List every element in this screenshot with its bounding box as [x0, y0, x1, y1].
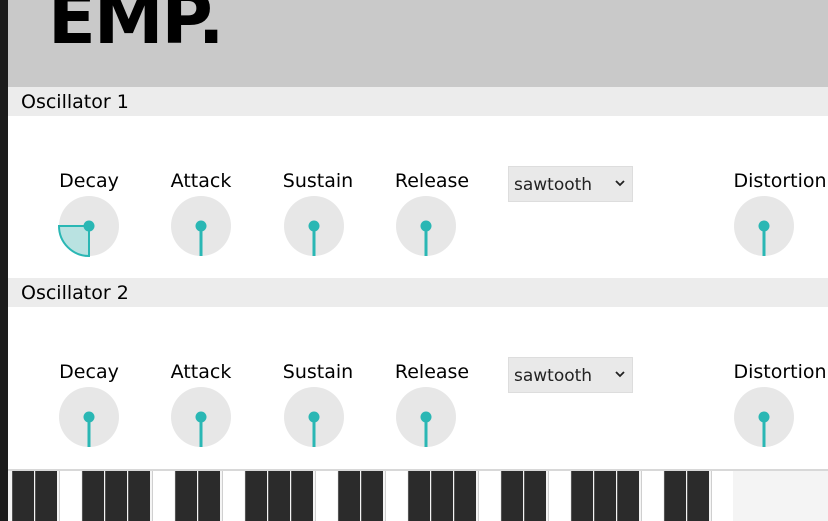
piano-black-key[interactable] — [408, 471, 430, 521]
piano-black-key[interactable] — [198, 471, 220, 521]
knob-center-dot — [308, 220, 320, 232]
knob-center-dot — [308, 411, 320, 423]
knob-center-dot — [420, 411, 432, 423]
piano-white-key[interactable] — [385, 471, 407, 521]
piano-black-key[interactable] — [291, 471, 313, 521]
osc2-release-label: Release — [394, 361, 470, 383]
osc1-release-label: Release — [394, 170, 470, 192]
piano-black-key[interactable] — [454, 471, 476, 521]
oscillator-2-header: Oscillator 2 — [8, 278, 828, 307]
header: EMP. — [8, 0, 828, 87]
piano-black-key[interactable] — [268, 471, 290, 521]
piano-white-key[interactable] — [711, 471, 733, 521]
piano-white-key[interactable] — [548, 471, 570, 521]
osc1-waveform-value: sawtooth — [514, 175, 593, 195]
osc1-decay-label: Decay — [59, 170, 119, 192]
knob-center-dot — [83, 220, 95, 232]
osc2-sustain-knob[interactable] — [284, 387, 344, 447]
piano-black-key[interactable] — [338, 471, 360, 521]
piano-black-key[interactable] — [245, 471, 267, 521]
piano-white-key[interactable] — [222, 471, 244, 521]
knob-indicator — [308, 411, 320, 447]
piano-black-key[interactable] — [82, 471, 104, 521]
osc1-sustain-knob[interactable] — [284, 196, 344, 256]
osc1-waveform-select[interactable]: sawtooth — [508, 166, 633, 202]
knob-center-dot — [758, 220, 770, 232]
osc2-release-knob[interactable] — [396, 387, 456, 447]
piano-black-key[interactable] — [12, 471, 34, 521]
knob-center-dot — [83, 411, 95, 423]
osc1-distortion-label: Distortion — [733, 170, 827, 192]
piano-white-key[interactable] — [59, 471, 81, 521]
osc1-attack-knob[interactable] — [171, 196, 231, 256]
osc2-sustain-label: Sustain — [282, 361, 354, 383]
knob-indicator — [57, 220, 95, 258]
oscillator-1-header: Oscillator 1 — [8, 87, 828, 116]
piano-white-key[interactable] — [641, 471, 663, 521]
chevron-down-icon — [615, 371, 625, 378]
chevron-down-icon — [615, 180, 625, 187]
synth-app: EMP. Oscillator 1 Decay Attack Sustain R… — [8, 0, 828, 521]
knob-center-dot — [195, 220, 207, 232]
piano-black-key[interactable] — [594, 471, 616, 521]
piano-white-key[interactable] — [315, 471, 337, 521]
osc2-decay-label: Decay — [59, 361, 119, 383]
osc2-attack-label: Attack — [170, 361, 232, 383]
osc1-decay-knob[interactable] — [57, 196, 119, 258]
piano-black-key[interactable] — [687, 471, 709, 521]
piano-keyboard — [8, 469, 828, 521]
piano-black-key[interactable] — [35, 471, 57, 521]
piano-black-key[interactable] — [617, 471, 639, 521]
oscillator-2-title: Oscillator 2 — [21, 282, 129, 304]
piano-black-key[interactable] — [664, 471, 686, 521]
knob-value-sector — [57, 225, 90, 258]
knob-indicator — [83, 411, 95, 447]
osc2-attack-knob[interactable] — [171, 387, 231, 447]
osc1-sustain-label: Sustain — [282, 170, 354, 192]
osc2-decay-knob[interactable] — [59, 387, 119, 447]
knob-center-dot — [420, 220, 432, 232]
piano-black-key[interactable] — [431, 471, 453, 521]
piano-black-key[interactable] — [175, 471, 197, 521]
piano-black-key[interactable] — [361, 471, 383, 521]
piano-white-key[interactable] — [478, 471, 500, 521]
piano-black-key[interactable] — [128, 471, 150, 521]
osc1-distortion-knob[interactable] — [734, 196, 794, 256]
knob-indicator — [308, 220, 320, 256]
osc2-waveform-value: sawtooth — [514, 366, 593, 386]
osc1-release-knob[interactable] — [396, 196, 456, 256]
knob-center-dot — [758, 411, 770, 423]
knob-center-dot — [195, 411, 207, 423]
piano-black-key[interactable] — [524, 471, 546, 521]
knob-indicator — [195, 220, 207, 256]
knob-indicator — [420, 220, 432, 256]
piano-black-key[interactable] — [501, 471, 523, 521]
osc2-distortion-label: Distortion — [733, 361, 827, 383]
osc2-waveform-select[interactable]: sawtooth — [508, 357, 633, 393]
piano-black-key[interactable] — [571, 471, 593, 521]
piano-white-key[interactable] — [152, 471, 174, 521]
osc2-distortion-knob[interactable] — [734, 387, 794, 447]
knob-indicator — [420, 411, 432, 447]
knob-indicator — [758, 220, 770, 256]
osc1-attack-label: Attack — [170, 170, 232, 192]
piano-black-key[interactable] — [105, 471, 127, 521]
knob-indicator — [195, 411, 207, 447]
knob-indicator — [758, 411, 770, 447]
app-logo: EMP. — [48, 0, 225, 60]
oscillator-1-title: Oscillator 1 — [21, 91, 129, 113]
